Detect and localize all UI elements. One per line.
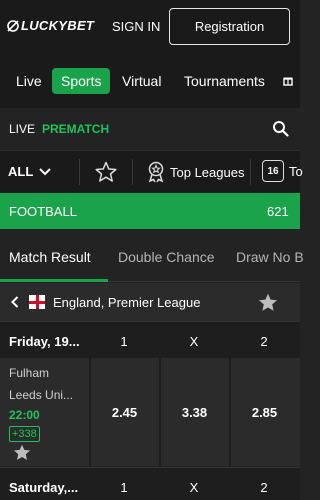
sign-in-link[interactable]: SIGN IN (112, 19, 160, 34)
calendar-icon: 16 (262, 160, 284, 182)
kickoff-time: 22:00 (9, 408, 40, 422)
sport-event-count: 621 (267, 204, 289, 219)
chevron-down-icon (39, 167, 51, 175)
column-home-header: 1 (120, 480, 128, 495)
more-markets-badge[interactable]: +338 (9, 426, 40, 442)
medal-icon (148, 161, 164, 183)
logo-text: LUCKYBET (21, 18, 95, 33)
home-team: Fulham (9, 366, 50, 380)
date-header-row: Friday, 19... 1 X 2 (0, 321, 300, 359)
match-row[interactable]: Fulham Leeds Uni... 22:00 +338 2.45 3.38… (0, 358, 300, 466)
mode-bar: LIVE PREMATCH (0, 108, 300, 150)
date-filter-label: To (289, 163, 303, 179)
market-tabs: Match Result Double Chance Draw No B (0, 236, 304, 282)
registration-button[interactable]: Registration (169, 8, 290, 45)
all-filter-dropdown[interactable]: ALL (8, 164, 51, 179)
tab-double-chance[interactable]: Double Chance (118, 249, 215, 265)
nav-live[interactable]: Live (16, 68, 42, 94)
away-team: Leeds Uni... (9, 388, 74, 402)
match-favorite-star-icon[interactable] (13, 444, 31, 461)
logo[interactable]: LUCKYBET (6, 18, 94, 33)
divider (250, 159, 251, 185)
league-name: England, Premier League (53, 295, 201, 310)
date-label: Saturday,... (9, 480, 79, 495)
column-away-header: 2 (260, 480, 268, 495)
sport-header[interactable]: FOOTBALL 621 (0, 193, 300, 229)
active-tab-indicator (0, 279, 108, 282)
filter-bar: ALL Top Leagues 16 To (0, 150, 303, 192)
column-draw-header: X (189, 480, 199, 495)
odd-home-button[interactable]: 2.45 (89, 358, 158, 466)
main-nav: Live Sports Virtual Tournaments (0, 54, 300, 108)
nav-tournaments[interactable]: Tournaments (184, 68, 265, 94)
mode-live-tab[interactable]: LIVE (9, 122, 35, 136)
top-leagues-label: Top Leagues (170, 164, 245, 180)
column-away-header: 2 (260, 334, 268, 349)
tab-draw-no-bet[interactable]: Draw No B (236, 249, 304, 265)
date-header-row: Saturday,... 1 X 2 (0, 467, 300, 500)
column-home-header: 1 (120, 334, 128, 349)
divider (132, 159, 133, 185)
odd-away-button[interactable]: 2.85 (229, 358, 298, 466)
column-draw-header: X (189, 334, 199, 349)
search-icon[interactable] (272, 120, 289, 137)
top-leagues-filter[interactable]: Top Leagues (146, 161, 244, 183)
divider (79, 159, 80, 185)
chevron-left-icon[interactable] (10, 296, 20, 308)
sport-name: FOOTBALL (9, 204, 77, 219)
logo-icon (7, 19, 19, 32)
date-label: Friday, 19... (9, 334, 80, 349)
date-filter[interactable]: 16 To (262, 160, 303, 182)
league-header: England, Premier League (0, 283, 300, 321)
nav-sports[interactable]: Sports (52, 68, 111, 94)
league-favorite-star-icon[interactable] (258, 293, 278, 312)
nav-virtual[interactable]: Virtual (122, 68, 161, 94)
mode-prematch-tab[interactable]: PREMATCH (42, 122, 109, 136)
tab-match-result[interactable]: Match Result (9, 249, 91, 265)
all-filter-label: ALL (8, 164, 34, 179)
favorites-star-icon[interactable] (94, 160, 118, 184)
odd-draw-button[interactable]: 3.38 (159, 358, 228, 466)
top-bar: LUCKYBET SIGN IN Registration (0, 0, 300, 54)
promo-icon[interactable] (283, 76, 293, 86)
england-flag-icon (29, 295, 45, 309)
